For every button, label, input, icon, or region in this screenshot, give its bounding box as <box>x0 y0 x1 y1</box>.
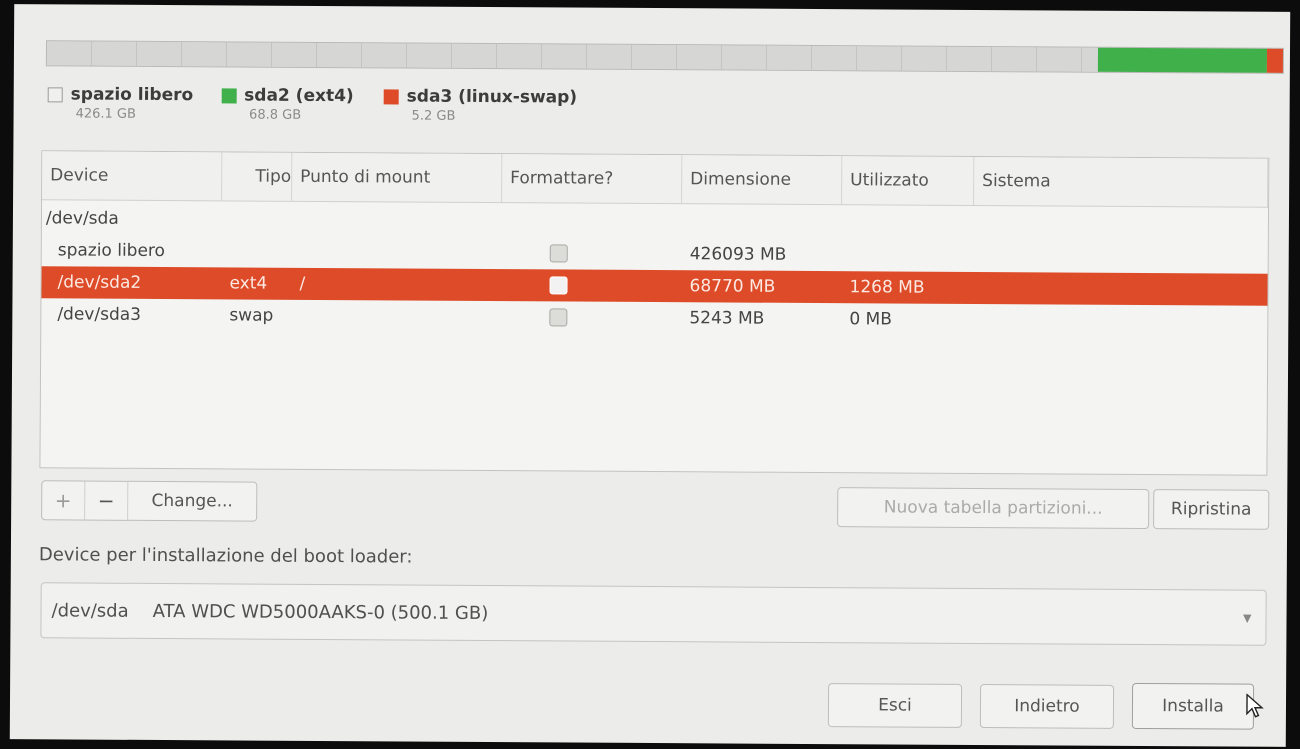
partition-table[interactable]: Device Tipo Punto di mount Formattare? Dimen… <box>39 150 1270 476</box>
format-checkbox[interactable] <box>549 244 568 263</box>
table-body[interactable]: /dev/sda spazio libero 426093 MB/dev/sda2 e… <box>41 202 1268 337</box>
new-partition-table-button[interactable]: Nuova tabella partizioni... <box>837 487 1150 530</box>
legend-size: 68.8 GB <box>249 107 302 123</box>
disk-bar-segment <box>46 41 1098 72</box>
disk-usage-bar <box>45 40 1285 74</box>
column-header[interactable]: Utilizzato <box>842 156 975 205</box>
bootloader-device-description: ATA WDC WD5000AAKS-0 (500.1 GB) <box>152 600 489 624</box>
legend-name: sda3 (linux-swap) <box>406 86 578 108</box>
remove-partition-button[interactable]: − <box>85 481 129 520</box>
system-cell <box>974 256 1268 258</box>
revert-label: Ripristina <box>1170 499 1252 520</box>
tipo-cell: ext4 <box>229 273 268 294</box>
table-row[interactable]: /dev/sda3 swap 5243 MB 0 MB <box>41 298 1267 337</box>
size-cell: 5243 MB <box>689 308 765 329</box>
system-cell <box>974 224 1268 226</box>
size-cell <box>682 222 842 223</box>
new-partition-table-label: Nuova tabella partizioni... <box>883 497 1103 519</box>
column-header[interactable]: Formattare? <box>502 154 683 204</box>
plus-icon: + <box>54 488 72 513</box>
legend-item: sda3 (linux-swap) 5.2 GB <box>383 86 578 124</box>
format-checkbox[interactable] <box>549 308 568 327</box>
change-partition-button[interactable]: Change... <box>128 482 256 521</box>
bootloader-device-select[interactable]: /dev/sda ATA WDC WD5000AAKS-0 (500.1 GB)… <box>40 582 1267 646</box>
column-header[interactable]: Tipo <box>222 152 293 201</box>
minus-icon: − <box>97 488 115 513</box>
column-header[interactable]: Punto di mount <box>292 152 503 203</box>
mount-cell <box>292 252 502 253</box>
legend-item: sda2 (ext4) 68.8 GB <box>221 85 354 123</box>
tipo-cell: swap <box>229 305 274 326</box>
change-button-label: Change... <box>151 490 233 512</box>
system-cell <box>974 288 1268 290</box>
quit-button[interactable]: Esci <box>827 683 963 728</box>
column-header[interactable]: Device <box>42 151 223 201</box>
device-cell: /dev/sda <box>45 208 119 229</box>
bootloader-device: /dev/sda <box>51 599 129 622</box>
partition-legend: spazio libero 426.1 GB sda2 (ext4) 68.8 GB s… <box>47 84 578 124</box>
add-partition-button[interactable]: + <box>42 481 86 520</box>
mount-cell: / <box>299 273 306 294</box>
format-cell <box>501 308 681 327</box>
back-button[interactable]: Indietro <box>979 684 1115 729</box>
mount-cell <box>291 316 501 317</box>
system-cell <box>973 320 1267 322</box>
format-cell <box>501 276 681 295</box>
format-checkbox[interactable] <box>549 276 568 295</box>
legend-name: sda2 (ext4) <box>244 85 354 107</box>
partition-edit-toolbar: + − Change... <box>41 480 258 522</box>
format-cell <box>502 221 682 222</box>
legend-size: 5.2 GB <box>411 108 456 124</box>
column-header[interactable]: Dimensione <box>682 155 843 205</box>
used-cell: 0 MB <box>849 309 892 330</box>
device-cell: spazio libero <box>57 240 166 262</box>
legend-swatch <box>383 88 399 104</box>
legend-swatch <box>221 87 237 103</box>
used-cell: 1268 MB <box>849 277 925 298</box>
disk-bar-segment <box>1266 48 1283 73</box>
table-header: Device Tipo Punto di mount Formattare? Dimen… <box>42 151 1269 208</box>
bootloader-label: Device per l'installazione del boot load… <box>38 544 413 568</box>
legend-swatch <box>47 86 63 102</box>
format-cell <box>502 244 682 263</box>
used-cell <box>842 223 974 224</box>
installer-window: spazio libero 426.1 GB sda2 (ext4) 68.8 GB s… <box>9 4 1291 747</box>
size-cell: 68770 MB <box>689 276 776 297</box>
disk-bar-segment <box>1097 47 1267 73</box>
legend-size: 426.1 GB <box>75 106 136 122</box>
mount-cell <box>292 220 502 221</box>
device-cell: /dev/sda2 <box>57 272 142 293</box>
used-cell <box>842 255 974 256</box>
back-label: Indietro <box>1014 696 1080 717</box>
legend-name: spazio libero <box>70 84 194 106</box>
dropdown-arrow-icon: ▼ <box>1243 611 1252 625</box>
mouse-pointer-icon <box>1246 693 1264 724</box>
column-header[interactable]: Sistema <box>974 156 1269 207</box>
device-cell: /dev/sda3 <box>57 304 142 325</box>
quit-label: Esci <box>878 695 912 716</box>
install-button[interactable]: Installa <box>1131 682 1255 730</box>
revert-button[interactable]: Ripristina <box>1153 489 1270 530</box>
install-label: Installa <box>1162 696 1224 717</box>
legend-item: spazio libero 426.1 GB <box>47 84 194 122</box>
size-cell: 426093 MB <box>689 244 787 265</box>
